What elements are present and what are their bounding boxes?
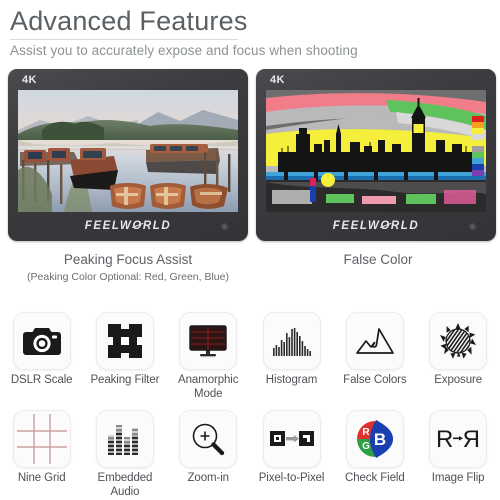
image-flip-glyph-normal: R	[436, 426, 453, 452]
feature-embedded-audio[interactable]: Embedded Audio	[83, 410, 166, 499]
resolution-badge: 4K	[270, 74, 285, 86]
feature-pixel-to-pixel[interactable]: Pixel-to-Pixel	[250, 410, 333, 499]
page-title: Advanced Features	[10, 6, 248, 36]
feature-peaking-filter[interactable]: Peaking Filter	[83, 312, 166, 401]
caption-title: Peaking Focus Assist	[63, 252, 193, 267]
feature-false-colors[interactable]: False Colors	[333, 312, 416, 401]
ambient-sensor-icon	[221, 223, 228, 230]
zoom-in-magnifier-icon	[179, 410, 238, 468]
page-subtitle: Assist you to accurately expose and focu…	[10, 43, 358, 58]
feature-label: Pixel-to-Pixel	[258, 472, 325, 484]
feature-label: Histogram	[265, 374, 318, 386]
feature-label: Image Flip	[431, 472, 485, 484]
check-field-b: B	[374, 430, 386, 449]
monitor-brand-bar: FEELWORLD	[256, 213, 496, 241]
brand-suffix: RLD	[142, 220, 172, 232]
monitor-showcase: 4K FEELWORLD 4K FEELWORLD	[0, 69, 500, 244]
feature-histogram[interactable]: Histogram	[250, 312, 333, 401]
embedded-audio-icon	[95, 410, 154, 468]
feature-icon-grid: DSLR Scale Peaking Filter Anamorphic Mod…	[0, 312, 500, 499]
title-divider	[10, 39, 238, 40]
feature-label: Exposure	[434, 374, 483, 386]
monitor-screen-peaking	[18, 90, 238, 212]
caption-subtitle: (Peaking Color Optional: Red, Green, Blu…	[27, 271, 229, 283]
monitor-false-color: 4K FEELWORLD	[256, 69, 496, 241]
peaking-filter-icon	[95, 312, 154, 370]
feature-zoom-in[interactable]: Zoom-in	[167, 410, 250, 499]
feature-row-1: DSLR Scale Peaking Filter Anamorphic Mod…	[0, 312, 500, 401]
feature-dslr-scale[interactable]: DSLR Scale	[0, 312, 83, 401]
feature-label: Peaking Filter	[90, 374, 160, 386]
feature-nine-grid[interactable]: Nine Grid	[0, 410, 83, 499]
caption-peaking-focus-assist: Peaking Focus Assist (Peaking Color Opti…	[0, 250, 256, 285]
brand-slashed-o: O	[132, 220, 143, 232]
caption-title: False Color	[343, 252, 413, 267]
check-field-r: R	[362, 427, 370, 438]
pixel-to-pixel-icon	[262, 410, 321, 468]
feature-label: Zoom-in	[187, 472, 230, 484]
feature-check-field[interactable]: R G B Check Field	[333, 410, 416, 499]
false-color-parliament-photo	[266, 90, 486, 212]
feelworld-logo: FEELWORLD	[85, 220, 172, 232]
image-flip-glyph-mirrored: R	[463, 426, 480, 452]
feature-label: Check Field	[345, 472, 405, 484]
exposure-sun-icon	[429, 312, 488, 370]
histogram-icon	[262, 312, 321, 370]
resolution-badge: 4K	[22, 74, 37, 86]
false-colors-mountain-icon	[345, 312, 404, 370]
false-color-scale	[472, 116, 484, 176]
monitor-captions: Peaking Focus Assist (Peaking Color Opti…	[0, 250, 500, 296]
monitor-peaking-focus-assist: 4K FEELWORLD	[8, 69, 248, 241]
feature-label: False Colors	[343, 374, 407, 386]
check-field-rgb-icon: R G B	[345, 410, 404, 468]
nine-grid-icon	[12, 410, 71, 468]
lake-boats-photo	[18, 90, 238, 212]
feature-image-flip[interactable]: R R Image Flip	[416, 410, 499, 499]
image-flip-icon: R R	[429, 410, 488, 468]
feature-label: Embedded Audio	[97, 472, 153, 498]
feelworld-logo: FEELWORLD	[333, 220, 420, 232]
page-header: Advanced Features	[0, 0, 500, 39]
feature-anamorphic-mode[interactable]: Anamorphic Mode	[167, 312, 250, 401]
monitor-brand-bar: FEELWORLD	[8, 213, 248, 241]
brand-suffix: RLD	[390, 220, 420, 232]
check-field-g: G	[362, 441, 370, 452]
advanced-features-page: Advanced Features Assist you to accurate…	[0, 0, 500, 500]
feature-label: Nine Grid	[17, 472, 66, 484]
anamorphic-monitor-icon	[179, 312, 238, 370]
dslr-camera-icon	[12, 312, 71, 370]
feature-row-2: Nine Grid Embedded Audio Zoom-in Pixel-t…	[0, 410, 500, 499]
ambient-sensor-icon	[469, 223, 476, 230]
monitor-screen-false-color	[266, 90, 486, 212]
caption-false-color: False Color	[256, 250, 500, 270]
feature-label: DSLR Scale	[10, 374, 73, 386]
feature-label: Anamorphic Mode	[178, 374, 239, 400]
brand-prefix: FEELW	[332, 220, 381, 232]
brand-prefix: FEELW	[84, 220, 133, 232]
brand-slashed-o: O	[380, 220, 391, 232]
feature-exposure[interactable]: Exposure	[416, 312, 499, 401]
